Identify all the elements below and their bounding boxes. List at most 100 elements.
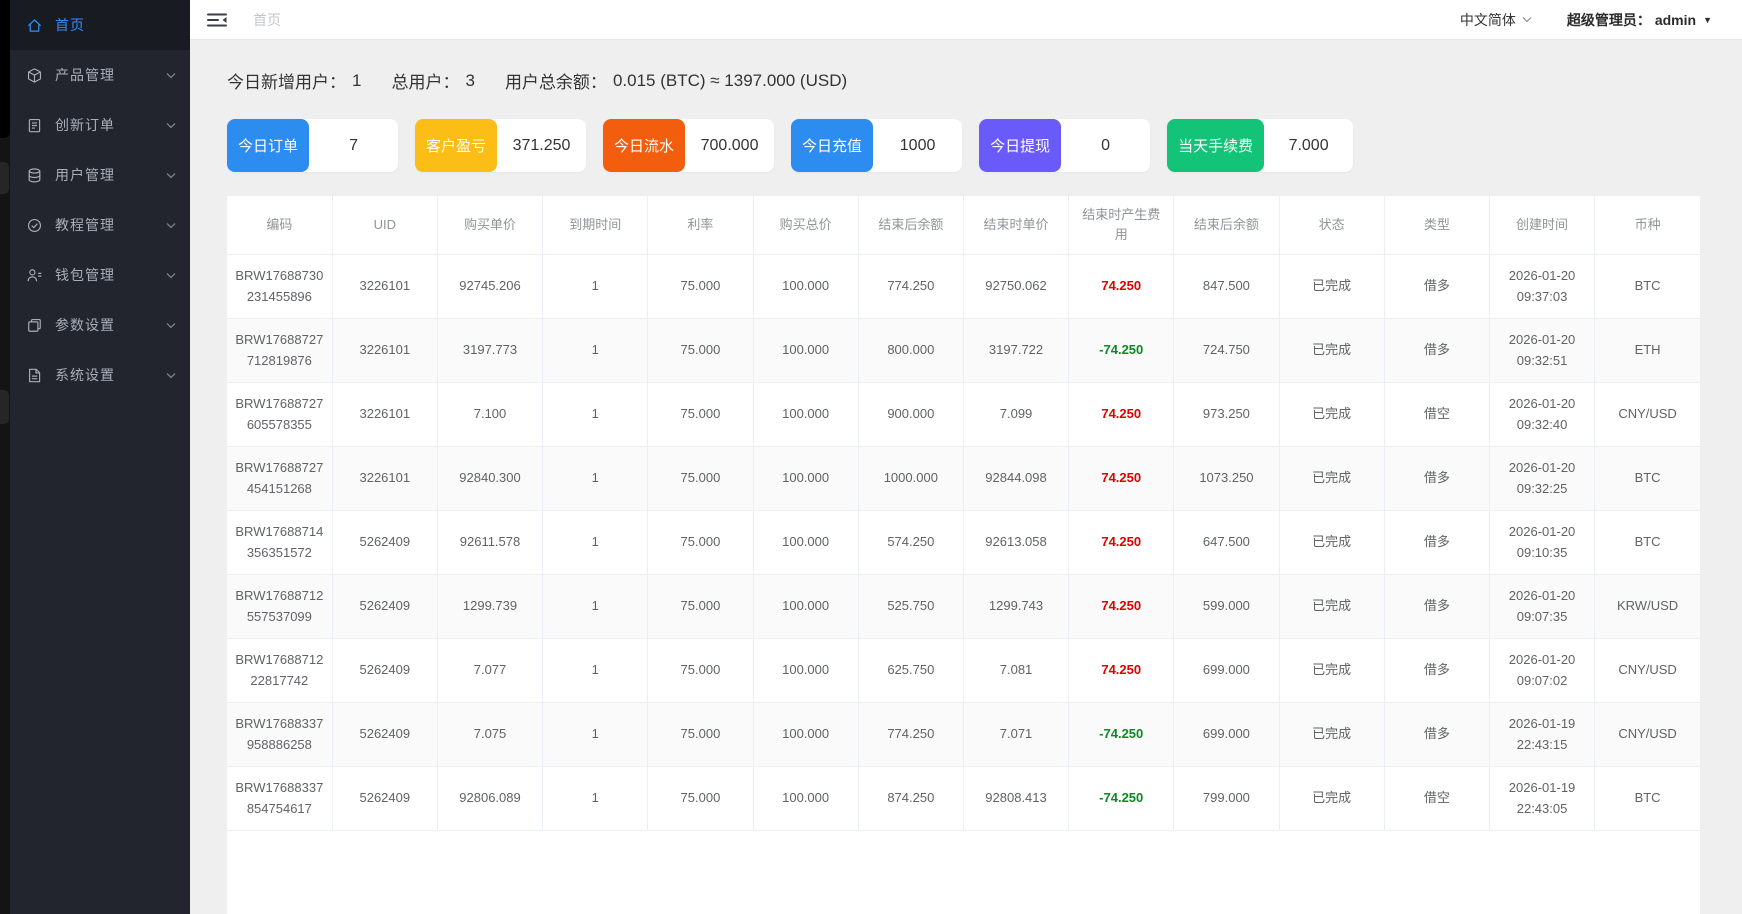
created-time: 09:37:03: [1496, 286, 1588, 307]
summary-stat: 今日新增用户： 1: [227, 68, 361, 93]
cell-rate: 75.000: [648, 510, 753, 574]
cell-rate: 75.000: [648, 574, 753, 638]
cell-rate: 75.000: [648, 766, 753, 830]
sidebar-item[interactable]: 首页: [10, 0, 190, 50]
home-icon: [26, 17, 43, 34]
users-icon: [26, 167, 43, 184]
cell-coin: CNY/USD: [1595, 382, 1700, 446]
sidebar-item[interactable]: 产品管理: [10, 50, 190, 100]
created-date: 2026-01-20: [1496, 329, 1588, 350]
cell-expire-time: 1: [543, 382, 648, 446]
cell-uid: 3226101: [332, 382, 437, 446]
sidebar-item[interactable]: 创新订单: [10, 100, 190, 150]
cell-end-price: 7.071: [963, 702, 1068, 766]
sidebar-item[interactable]: 参数设置: [10, 300, 190, 350]
params-icon: [26, 317, 43, 334]
cell-end-balance: 599.000: [1174, 574, 1279, 638]
cell-code: BRW17688727605578355: [227, 382, 332, 446]
created-date: 2026-01-20: [1496, 457, 1588, 478]
orders-table: 编码UID购买单价到期时间利率购买总价结束后余额结束时单价结束时产生费用结束后余…: [227, 196, 1700, 831]
cell-type: 借多: [1384, 446, 1489, 510]
chevron-down-icon: [166, 222, 176, 229]
column-header: 创建时间: [1489, 196, 1594, 254]
cell-buy-total: 100.000: [753, 638, 858, 702]
cell-end-price: 7.099: [963, 382, 1068, 446]
chevron-down-icon: [166, 272, 176, 279]
cell-end-balance: 699.000: [1174, 702, 1279, 766]
chevron-down-icon: [166, 322, 176, 329]
cell-code: BRW17688714356351572: [227, 510, 332, 574]
cell-balance-after: 774.250: [858, 702, 963, 766]
column-header: 状态: [1279, 196, 1384, 254]
stat-card-value: 7: [309, 119, 398, 172]
order-row: BRW17688727454151268 3226101 92840.300 1…: [227, 446, 1700, 510]
cell-buy-price: 7.100: [437, 382, 542, 446]
language-selector[interactable]: 中文简体: [1460, 10, 1533, 30]
sidebar-item[interactable]: 用户管理: [10, 150, 190, 200]
cell-end-fee: -74.250: [1069, 318, 1174, 382]
stat-card-label: 今日充值: [791, 119, 873, 172]
order-row: BRW1768871222817742 5262409 7.077 1 75.0…: [227, 638, 1700, 702]
admin-dropdown[interactable]: 超级管理员： admin ▼: [1567, 10, 1712, 30]
cell-end-balance: 699.000: [1174, 638, 1279, 702]
cell-end-fee: -74.250: [1069, 766, 1174, 830]
stat-card-label: 今日提现: [979, 119, 1061, 172]
stat-card-label: 今日订单: [227, 119, 309, 172]
cell-code: BRW17688337958886258: [227, 702, 332, 766]
column-header: 编码: [227, 196, 332, 254]
created-date: 2026-01-19: [1496, 777, 1588, 798]
cell-type: 借多: [1384, 318, 1489, 382]
sidebar-item[interactable]: 系统设置: [10, 350, 190, 400]
system-icon: [26, 367, 43, 384]
cell-balance-after: 525.750: [858, 574, 963, 638]
sidebar-item-label: 系统设置: [55, 365, 166, 385]
left-edge-strip: [0, 0, 10, 914]
cell-end-balance: 1073.250: [1174, 446, 1279, 510]
stat-card: 今日充值 1000: [791, 119, 962, 172]
cell-end-price: 92808.413: [963, 766, 1068, 830]
summary-stat-value: 0.015 (BTC) ≈ 1397.000 (USD): [613, 71, 847, 91]
wallet-icon: [26, 267, 43, 284]
breadcrumb[interactable]: 首页: [253, 10, 281, 30]
created-date: 2026-01-20: [1496, 521, 1588, 542]
stat-card-label: 客户盈亏: [415, 119, 497, 172]
sidebar-item[interactable]: 钱包管理: [10, 250, 190, 300]
sidebar-collapse-icon[interactable]: [206, 11, 228, 29]
cell-code: BRW17688727712819876: [227, 318, 332, 382]
cell-balance-after: 625.750: [858, 638, 963, 702]
cell-rate: 75.000: [648, 254, 753, 318]
stat-cards: 今日订单 7 客户盈亏 371.250 今日流水 700.000 今日充值 10…: [227, 119, 1700, 172]
sidebar-item-label: 创新订单: [55, 115, 166, 135]
stat-card-value: 371.250: [497, 119, 586, 172]
cell-coin: CNY/USD: [1595, 638, 1700, 702]
cell-end-price: 7.081: [963, 638, 1068, 702]
order-row: BRW17688714356351572 5262409 92611.578 1…: [227, 510, 1700, 574]
cell-coin: BTC: [1595, 510, 1700, 574]
cell-balance-after: 800.000: [858, 318, 963, 382]
sidebar-item[interactable]: 教程管理: [10, 200, 190, 250]
cell-end-balance: 799.000: [1174, 766, 1279, 830]
cell-created: 2026-01-20 09:07:35: [1489, 574, 1594, 638]
stat-card: 今日订单 7: [227, 119, 398, 172]
created-time: 09:10:35: [1496, 542, 1588, 563]
cell-buy-total: 100.000: [753, 382, 858, 446]
stat-card: 今日流水 700.000: [603, 119, 774, 172]
summary-stat-label: 用户总余额：: [505, 68, 607, 93]
created-time: 09:32:25: [1496, 478, 1588, 499]
cell-type: 借空: [1384, 766, 1489, 830]
column-header: 结束时产生费用: [1069, 196, 1174, 254]
summary-stat-label: 今日新增用户：: [227, 68, 346, 93]
cell-status: 已完成: [1279, 766, 1384, 830]
order-row: BRW17688712557537099 5262409 1299.739 1 …: [227, 574, 1700, 638]
chevron-down-icon: [166, 172, 176, 179]
column-header: 利率: [648, 196, 753, 254]
column-header: 结束后余额: [858, 196, 963, 254]
chevron-down-icon: [166, 72, 176, 79]
cell-status: 已完成: [1279, 702, 1384, 766]
cell-buy-total: 100.000: [753, 446, 858, 510]
admin-role-label: 超级管理员：: [1567, 10, 1651, 30]
cell-buy-price: 92806.089: [437, 766, 542, 830]
cell-rate: 75.000: [648, 638, 753, 702]
cell-type: 借多: [1384, 702, 1489, 766]
column-header: 购买总价: [753, 196, 858, 254]
